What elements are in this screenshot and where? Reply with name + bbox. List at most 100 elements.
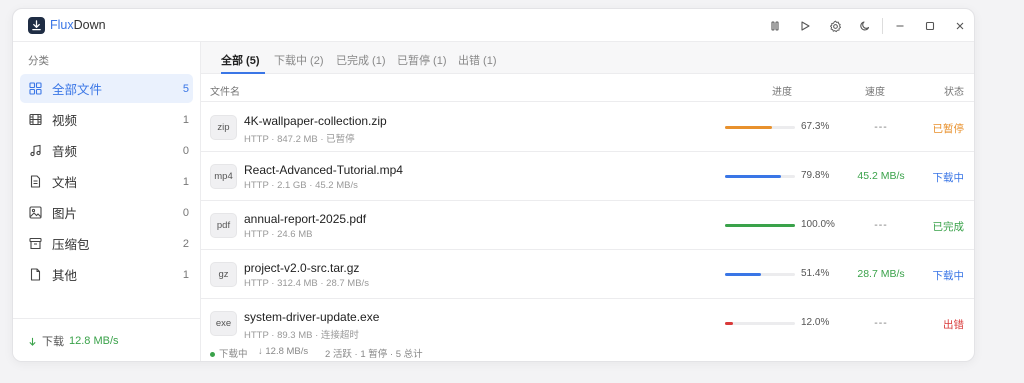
file-meta: HTTP · 312.4 MB · 28.7 MB/s: [244, 278, 369, 289]
settings-gear-icon[interactable]: [825, 16, 845, 36]
status-label: 下载中: [932, 270, 965, 282]
grid-icon: [28, 82, 42, 96]
sidebar-footer: 下载 12.8 MB/s: [13, 318, 200, 361]
minimize-icon[interactable]: [890, 16, 910, 36]
progress-bar: [725, 126, 795, 129]
file-type-badge: mp4: [210, 164, 237, 189]
download-row[interactable]: exe system-driver-update.exe HTTP · 89.3…: [201, 299, 974, 348]
file-name: 4K-wallpaper-collection.zip: [244, 114, 387, 128]
status-state: 下载中: [210, 346, 248, 360]
file-name: React-Advanced-Tutorial.mp4: [244, 163, 403, 177]
sidebar-item-count: 0: [182, 144, 189, 157]
status-dot-icon: [210, 351, 215, 357]
sidebar-item-all-files[interactable]: 全部文件 5: [20, 74, 193, 103]
status-label: 已完成: [932, 221, 965, 233]
sidebar-item-archives[interactable]: 压缩包 2: [20, 229, 193, 258]
file-type-badge: gz: [210, 262, 237, 287]
progress-bar-fill: [725, 224, 795, 227]
tab-paused[interactable]: 已暂停 (1): [397, 52, 447, 68]
progress-bar-fill: [725, 273, 761, 276]
file-meta: HTTP · 2.1 GB · 45.2 MB/s: [244, 180, 358, 191]
sidebar-item-count: 2: [182, 237, 189, 250]
file-type-badge: zip: [210, 115, 237, 140]
progress-bar: [725, 273, 795, 276]
status-label: 已暂停: [932, 123, 965, 135]
file-icon: [28, 268, 42, 282]
status-summary: 2 活跃 · 1 暂停 · 5 总计: [325, 349, 423, 360]
sidebar-item-label: 其他: [52, 269, 78, 283]
progress-bar: [725, 175, 795, 178]
file-meta: HTTP · 89.3 MB · 连接超时: [244, 330, 359, 341]
tab-completed[interactable]: 已完成 (1): [336, 52, 386, 68]
progress-bar-fill: [725, 322, 734, 325]
arrow-down-icon: [29, 337, 36, 346]
start-all-icon[interactable]: [795, 16, 815, 36]
category-heading: 分类: [28, 55, 49, 67]
download-speed: ---: [874, 219, 888, 231]
maximize-icon[interactable]: [920, 16, 940, 36]
sidebar-item-label: 图片: [52, 207, 78, 221]
file-name: annual-report-2025.pdf: [244, 212, 367, 226]
close-icon[interactable]: [950, 16, 970, 36]
status-bar: 下载中 ↓ 12.8 MB/s 2 活跃 · 1 暂停 · 5 总计: [201, 343, 974, 361]
download-row[interactable]: zip 4K-wallpaper-collection.zip HTTP · 8…: [201, 103, 974, 152]
filter-tabs: 全部 (5) 下载中 (2) 已完成 (1) 已暂停 (1) 出错 (1): [201, 42, 974, 74]
file-type-badge: pdf: [210, 213, 237, 238]
image-icon: [28, 206, 42, 220]
film-icon: [28, 113, 42, 127]
titlebar-divider: [882, 18, 883, 34]
sidebar-item-label: 音频: [52, 145, 78, 159]
download-speed-indicator: 下载 12.8 MB/s: [28, 333, 119, 349]
category-list: 全部文件 5 视频 1 音频 0 文档 1 图片 0 压缩包 2 其他 1: [20, 74, 193, 291]
sidebar-item-documents[interactable]: 文档 1: [20, 167, 193, 196]
app-logo-icon: [28, 17, 45, 34]
download-speed: ---: [874, 121, 888, 133]
download-row[interactable]: gz project-v2.0-src.tar.gz HTTP · 312.4 …: [201, 250, 974, 299]
status-speed: ↓ 12.8 MB/s: [258, 346, 309, 357]
file-meta: HTTP · 24.6 MB: [244, 229, 313, 240]
file-name: system-driver-update.exe: [244, 310, 380, 324]
sidebar-item-label: 压缩包: [52, 238, 90, 252]
progress-bar: [725, 322, 795, 325]
column-status: 状态: [944, 87, 964, 98]
app-title-suffix: Down: [73, 18, 106, 32]
app-title: FluxDown: [50, 18, 106, 32]
music-icon: [28, 144, 42, 158]
column-progress: 进度: [772, 87, 792, 98]
download-list: zip 4K-wallpaper-collection.zip HTTP · 8…: [201, 103, 974, 348]
progress-bar: [725, 224, 795, 227]
tab-downloading[interactable]: 下载中 (2): [274, 52, 324, 68]
file-type-badge: exe: [210, 311, 237, 336]
sidebar-item-count: 0: [182, 206, 189, 219]
sidebar-item-count: 1: [182, 113, 189, 126]
sidebar-item-count: 1: [182, 268, 189, 281]
tab-all[interactable]: 全部 (5): [221, 52, 260, 68]
sidebar-item-video[interactable]: 视频 1: [20, 105, 193, 134]
pause-all-icon[interactable]: [765, 16, 785, 36]
status-state-label: 下载中: [219, 349, 248, 360]
tab-error[interactable]: 出错 (1): [458, 52, 497, 68]
main-panel: 全部 (5) 下载中 (2) 已完成 (1) 已暂停 (1) 出错 (1) 文件…: [201, 42, 974, 361]
file-name: project-v2.0-src.tar.gz: [244, 261, 360, 275]
column-speed: 速度: [865, 87, 885, 98]
dark-mode-moon-icon[interactable]: [855, 16, 875, 36]
sidebar-item-label: 文档: [52, 176, 78, 190]
document-icon: [28, 175, 42, 189]
status-label: 出错: [943, 319, 964, 331]
download-row[interactable]: mp4 React-Advanced-Tutorial.mp4 HTTP · 2…: [201, 152, 974, 201]
sidebar-item-audio[interactable]: 音频 0: [20, 136, 193, 165]
title-bar: FluxDown: [13, 9, 974, 42]
download-speed: ---: [874, 317, 888, 329]
download-row[interactable]: pdf annual-report-2025.pdf HTTP · 24.6 M…: [201, 201, 974, 250]
sidebar-item-images[interactable]: 图片 0: [20, 198, 193, 227]
app-window: FluxDown 分类 全部文件 5 视频 1 音频 0 文档 1 图片 0 压…: [12, 8, 975, 362]
status-label: 下载中: [932, 172, 965, 184]
sidebar-item-other[interactable]: 其他 1: [20, 260, 193, 289]
app-title-prefix: Flux: [50, 18, 74, 32]
file-meta: HTTP · 847.2 MB · 已暂停: [244, 134, 355, 145]
download-label: 下载: [42, 336, 64, 348]
sidebar-item-count: 1: [182, 175, 189, 188]
progress-bar-fill: [725, 126, 773, 129]
sidebar-item-count: 5: [182, 82, 189, 95]
download-speed: 12.8 MB/s: [69, 335, 119, 347]
